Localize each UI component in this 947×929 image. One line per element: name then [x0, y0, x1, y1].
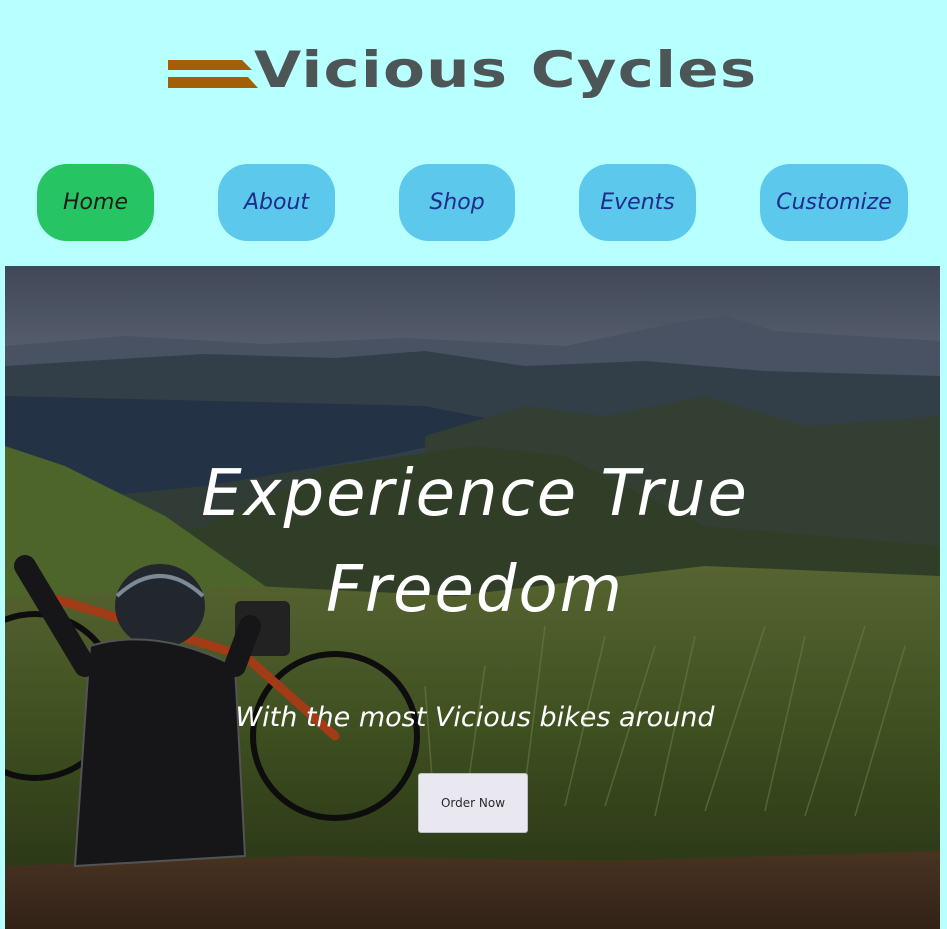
order-now-button[interactable]: Order Now	[418, 773, 528, 833]
nav-about-button[interactable]: About	[218, 164, 335, 241]
nav-events-button[interactable]: Events	[579, 164, 696, 241]
nav-shop-button[interactable]: Shop	[399, 164, 515, 241]
brand-name: Vicious Cycles	[254, 41, 758, 99]
logo-stripes-icon	[168, 60, 258, 88]
nav-customize-button[interactable]: Customize	[760, 164, 908, 241]
hero-section: Experience True Freedom With the most Vi…	[5, 266, 940, 929]
site-logo[interactable]: Vicious Cycles	[168, 40, 756, 100]
nav-home-button[interactable]: Home	[37, 164, 154, 241]
hero-subtitle: With the most Vicious bikes around	[235, 702, 715, 733]
hero-title: Experience True Freedom	[201, 457, 749, 627]
